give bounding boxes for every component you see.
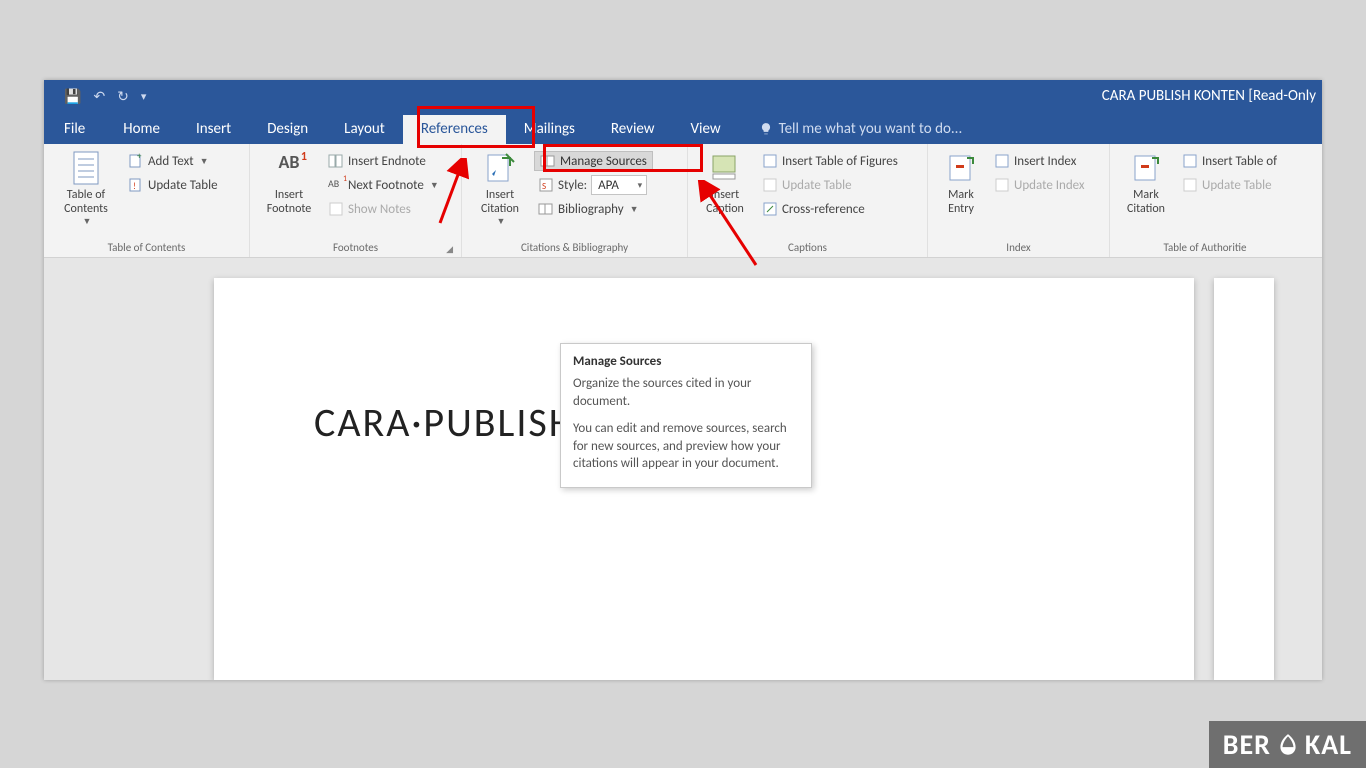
cross-reference-icon — [762, 201, 778, 217]
svg-text:+: + — [137, 153, 142, 162]
insert-index-icon — [994, 153, 1010, 169]
tab-view[interactable]: View — [673, 115, 739, 144]
tab-insert[interactable]: Insert — [178, 115, 249, 144]
tab-mailings[interactable]: Mailings — [506, 115, 593, 144]
tooltip-manage-sources: Manage Sources Organize the sources cite… — [560, 343, 812, 488]
insert-caption-icon — [709, 152, 741, 184]
tooltip-text-2: You can edit and remove sources, search … — [573, 420, 799, 473]
style-icon: S — [538, 177, 554, 193]
show-notes-button: Show Notes — [324, 199, 443, 219]
cross-reference-button[interactable]: Cross-reference — [758, 199, 902, 219]
mark-citation-button[interactable]: Mark Citation — [1116, 148, 1176, 217]
table-of-contents-button[interactable]: Table of Contents▼ — [50, 148, 122, 228]
insert-toa-icon — [1182, 153, 1198, 169]
tell-me-search[interactable]: Tell me what you want to do... — [759, 120, 963, 144]
tooltip-text-1: Organize the sources cited in your docum… — [573, 375, 799, 410]
add-text-button[interactable]: + Add Text▼ — [124, 151, 222, 171]
update-table-captions-button: Update Table — [758, 175, 902, 195]
update-index-icon — [994, 177, 1010, 193]
mark-citation-icon — [1130, 152, 1162, 184]
tab-layout[interactable]: Layout — [326, 115, 403, 144]
update-toa-icon — [1182, 177, 1198, 193]
insert-citation-button[interactable]: Insert Citation▼ — [468, 148, 532, 228]
insert-caption-button[interactable]: Insert Caption — [694, 148, 756, 217]
tab-review[interactable]: Review — [593, 115, 673, 144]
document-title: CARA PUBLISH KONTEN [Read-Only — [146, 87, 1322, 105]
tab-references[interactable]: References — [403, 115, 506, 144]
group-label-citations: Citations & Bibliography — [468, 240, 681, 255]
citation-style-select[interactable]: APA — [591, 175, 647, 195]
manage-sources-button[interactable]: Manage Sources — [534, 151, 653, 171]
bibliography-icon — [538, 201, 554, 217]
tab-design[interactable]: Design — [249, 115, 326, 144]
ribbon-tabs: File Home Insert Design Layout Reference… — [44, 112, 1322, 144]
group-label-toc: Table of Contents — [50, 240, 243, 255]
redo-icon[interactable]: ↻ — [117, 88, 129, 105]
next-footnote-icon: AB1 — [328, 177, 344, 193]
insert-endnote-icon — [328, 153, 344, 169]
svg-text:S: S — [542, 181, 546, 192]
insert-table-of-authorities-button[interactable]: Insert Table of — [1178, 151, 1281, 171]
update-table-toa-button: Update Table — [1178, 175, 1281, 195]
insert-table-of-figures-button[interactable]: Insert Table of Figures — [758, 151, 902, 171]
document-page-next[interactable] — [1214, 278, 1274, 680]
group-label-index: Index — [934, 240, 1103, 255]
update-table-button[interactable]: ! Update Table — [124, 175, 222, 195]
style-label: Style: — [558, 178, 587, 193]
show-notes-icon — [328, 201, 344, 217]
insert-index-button[interactable]: Insert Index — [990, 151, 1089, 171]
mark-entry-button[interactable]: Mark Entry — [934, 148, 988, 217]
manage-sources-icon — [540, 153, 556, 169]
bibliography-button[interactable]: Bibliography▼ — [534, 199, 653, 219]
tab-file[interactable]: File — [44, 115, 105, 144]
group-label-footnotes: Footnotes◢ — [256, 240, 455, 255]
undo-icon[interactable]: ↶ — [93, 88, 105, 105]
save-icon[interactable]: 💾 — [64, 88, 81, 105]
update-index-button: Update Index — [990, 175, 1089, 195]
update-table-icon: ! — [128, 177, 144, 193]
insert-footnote-button[interactable]: AB1 Insert Footnote — [256, 148, 322, 217]
insert-footnote-icon: AB1 — [273, 152, 305, 184]
group-label-captions: Captions — [694, 240, 921, 255]
ribbon: Table of Contents▼ + Add Text▼ ! Update … — [44, 144, 1322, 258]
table-of-figures-icon — [762, 153, 778, 169]
tell-me-placeholder: Tell me what you want to do... — [779, 120, 963, 138]
next-footnote-button[interactable]: AB1 Next Footnote▼ — [324, 175, 443, 195]
watermark: BER KAL — [1209, 721, 1366, 768]
tab-home[interactable]: Home — [105, 115, 178, 144]
citation-style-row: S Style: APA — [534, 174, 653, 196]
group-label-toa: Table of Authoritie — [1116, 240, 1294, 255]
insert-citation-icon — [484, 152, 516, 184]
footnotes-dialog-launcher[interactable]: ◢ — [446, 244, 453, 255]
add-text-icon: + — [128, 153, 144, 169]
table-of-contents-icon — [70, 152, 102, 184]
lightbulb-icon — [759, 122, 773, 136]
leaf-icon — [1275, 732, 1301, 758]
update-table-captions-icon — [762, 177, 778, 193]
insert-endnote-button[interactable]: Insert Endnote — [324, 151, 443, 171]
mark-entry-icon — [945, 152, 977, 184]
tooltip-title: Manage Sources — [573, 354, 799, 369]
title-bar: 💾 ↶ ↻ ▾ CARA PUBLISH KONTEN [Read-Only — [44, 80, 1322, 112]
svg-text:!: ! — [133, 181, 136, 192]
